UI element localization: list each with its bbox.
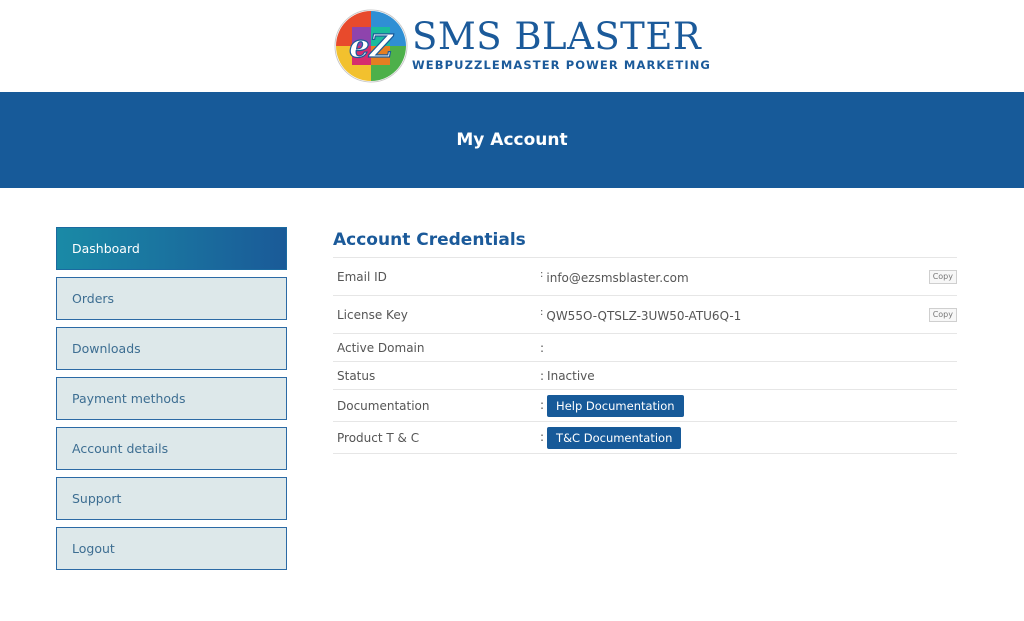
separator: : — [540, 430, 545, 444]
puzzle-globe-logo-icon: eZ — [334, 9, 408, 83]
separator: : — [540, 368, 545, 383]
product-tc-label: Product T & C — [337, 430, 420, 445]
brand-title: SMS BLASTER — [412, 15, 702, 58]
logo-bar: eZ SMS BLASTER WEBPUZZLEMASTER POWER MAR… — [0, 0, 1024, 92]
account-credentials-panel: Account Credentials Email ID : info@ezsms… — [333, 227, 957, 454]
separator: : — [540, 268, 544, 280]
copy-email-button[interactable]: Copy — [928, 269, 957, 284]
email-label: Email ID — [337, 269, 387, 284]
credential-row-status: Status : Inactive — [333, 361, 957, 390]
status-value: Inactive — [547, 368, 595, 383]
sidebar-item-support[interactable]: Support — [56, 477, 287, 520]
credential-row-license-key: License Key : QW55O-QTSLZ-3UW50-ATU6Q-1 C… — [333, 295, 957, 334]
separator: : — [540, 398, 545, 412]
license-key-label: License Key — [337, 307, 408, 322]
documentation-value-cell: : Help Documentation — [540, 390, 957, 422]
sidebar-item-logout[interactable]: Logout — [56, 527, 287, 570]
license-key-value[interactable]: QW55O-QTSLZ-3UW50-ATU6Q-1 — [546, 309, 741, 323]
credential-row-active-domain: Active Domain : — [333, 333, 957, 362]
email-value-cell: : info@ezsmsblaster.com Copy — [540, 258, 957, 296]
account-sidebar: Dashboard Orders Downloads Payment metho… — [56, 227, 287, 577]
page-title: My Account — [456, 130, 568, 150]
separator: : — [540, 340, 545, 355]
page-banner: My Account — [0, 92, 1024, 188]
copy-license-key-button[interactable]: Copy — [928, 307, 957, 322]
tc-documentation-button[interactable]: T&C Documentation — [547, 426, 682, 449]
sidebar-item-account-details[interactable]: Account details — [56, 427, 287, 470]
section-title: Account Credentials — [333, 230, 526, 250]
sidebar-item-dashboard[interactable]: Dashboard — [56, 227, 287, 270]
documentation-label: Documentation — [337, 398, 430, 413]
sidebar-item-orders[interactable]: Orders — [56, 277, 287, 320]
credential-row-documentation: Documentation : Help Documentation — [333, 389, 957, 422]
separator: : — [540, 306, 544, 318]
license-key-value-cell: : QW55O-QTSLZ-3UW50-ATU6Q-1 Copy — [540, 296, 957, 334]
logo-emblem-text: eZ — [349, 27, 394, 65]
active-domain-value-cell: : — [540, 334, 957, 362]
status-label: Status — [337, 368, 376, 383]
brand-logo[interactable]: eZ SMS BLASTER WEBPUZZLEMASTER POWER MAR… — [334, 9, 710, 83]
email-value[interactable]: info@ezsmsblaster.com — [546, 271, 688, 285]
credential-row-email: Email ID : info@ezsmsblaster.com Copy — [333, 257, 957, 296]
sidebar-item-payment-methods[interactable]: Payment methods — [56, 377, 287, 420]
brand-subtitle: WEBPUZZLEMASTER POWER MARKETING — [412, 58, 711, 72]
help-documentation-button[interactable]: Help Documentation — [547, 394, 684, 417]
sidebar-item-downloads[interactable]: Downloads — [56, 327, 287, 370]
credentials-table: Email ID : info@ezsmsblaster.com Copy Lic… — [333, 257, 957, 454]
status-value-cell: : Inactive — [540, 362, 957, 390]
credential-row-product-tc: Product T & C : T&C Documentation — [333, 421, 957, 454]
product-tc-value-cell: : T&C Documentation — [540, 422, 957, 454]
active-domain-label: Active Domain — [337, 340, 425, 355]
